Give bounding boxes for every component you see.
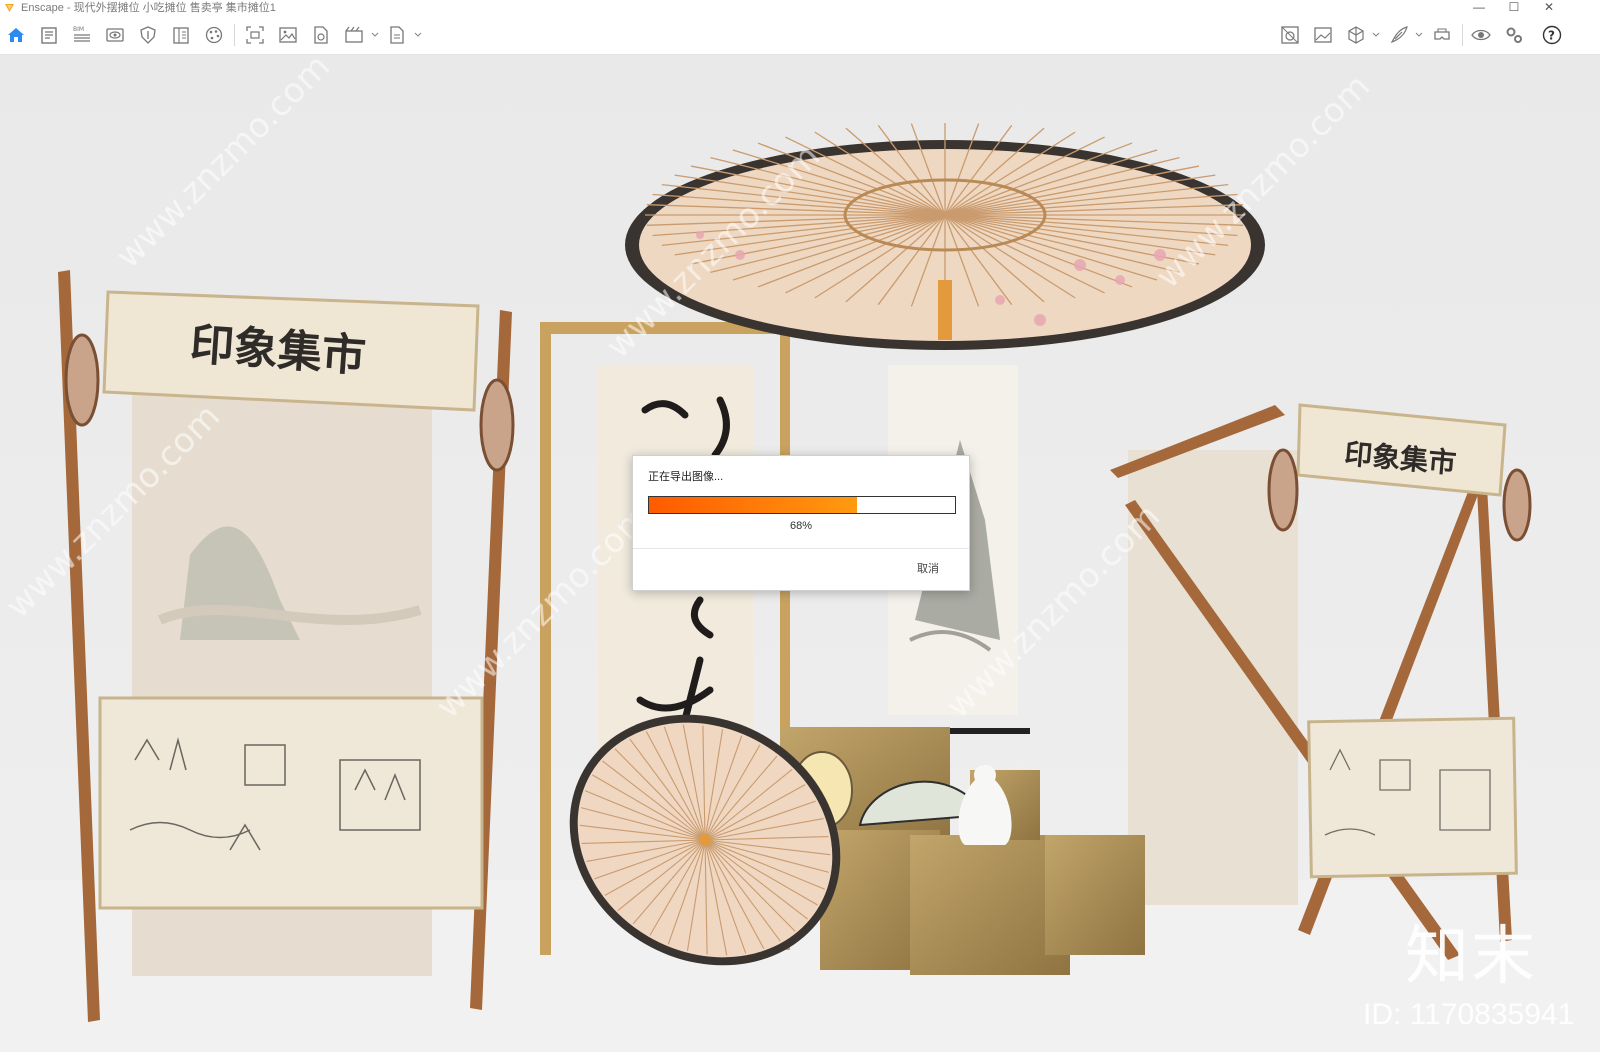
progress-fill [649, 497, 858, 513]
palette-icon[interactable] [203, 24, 225, 46]
exe-export-icon[interactable] [386, 24, 408, 46]
help-icon[interactable]: ? [1541, 24, 1563, 46]
chevron-down-icon[interactable] [414, 31, 422, 39]
file-export-icon[interactable] [310, 24, 332, 46]
window-title: Enscape - 现代外摆摊位 小吃摊位 售卖亭 集市摊位1 [21, 2, 276, 14]
bim-icon[interactable]: BIM [71, 24, 93, 46]
title-bar: Enscape - 现代外摆摊位 小吃摊位 售卖亭 集市摊位1 — ☐ ✕ [0, 0, 1600, 16]
svg-text:?: ? [1548, 29, 1555, 43]
dialog-divider [633, 548, 969, 549]
chevron-down-icon[interactable] [1372, 31, 1380, 39]
enscape-logo-icon [5, 4, 14, 12]
video-icon[interactable] [343, 24, 365, 46]
settings-icon[interactable] [1503, 24, 1525, 46]
toolbar-separator [1462, 24, 1463, 46]
screenshot-icon[interactable] [244, 24, 266, 46]
shield-icon[interactable] [137, 24, 159, 46]
asset-library-icon[interactable] [1279, 24, 1301, 46]
asset-id-label: ID: 1170835941 [1363, 998, 1575, 1031]
brand-watermark: 知末 [1405, 920, 1537, 994]
document-icon[interactable] [38, 24, 60, 46]
maximize-button[interactable]: ☐ [1502, 0, 1526, 16]
image-panel-icon[interactable] [1312, 24, 1334, 46]
svg-text:BIM: BIM [73, 26, 84, 33]
vr-headset-icon[interactable] [1431, 24, 1453, 46]
export-progress-dialog: 正在导出图像... 68% 取消 [632, 455, 970, 591]
close-button[interactable]: ✕ [1537, 0, 1561, 16]
image-icon[interactable] [277, 24, 299, 46]
progress-percent: 68% [789, 520, 813, 532]
home-icon[interactable] [5, 24, 27, 46]
cube-icon[interactable] [1345, 24, 1367, 46]
feather-icon[interactable] [1388, 24, 1410, 46]
progress-bar [648, 496, 956, 514]
main-toolbar: BIM ? [0, 16, 1600, 64]
minimize-button[interactable]: — [1467, 0, 1491, 16]
book-icon[interactable] [170, 24, 192, 46]
chevron-down-icon[interactable] [371, 31, 379, 39]
chevron-down-icon[interactable] [1415, 31, 1423, 39]
cancel-button[interactable]: 取消 [903, 560, 953, 578]
export-status-text: 正在导出图像... [648, 471, 724, 483]
eye-view-icon[interactable] [104, 24, 126, 46]
eye-icon[interactable] [1470, 24, 1492, 46]
toolbar-separator [234, 24, 235, 46]
